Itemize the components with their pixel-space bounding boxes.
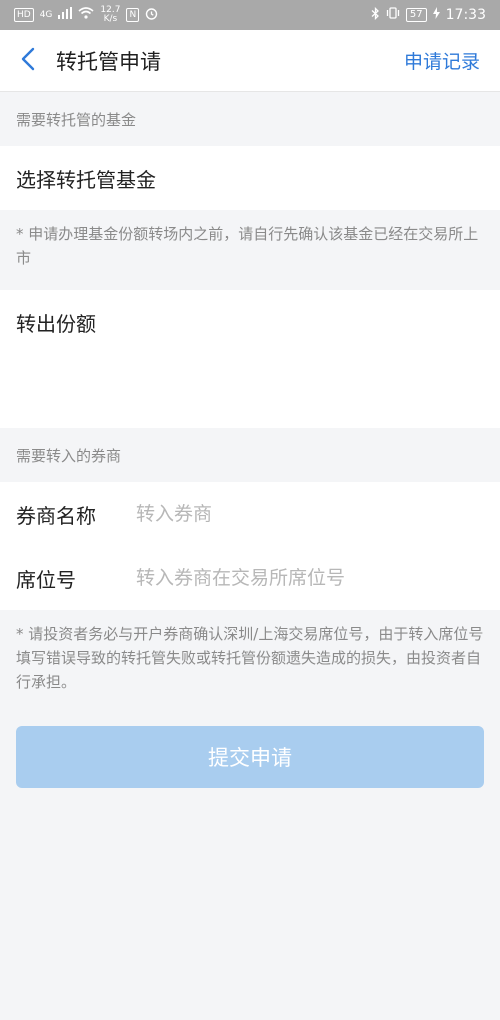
seat-number-warning-note: * 请投资者务必与开户券商确认深圳/上海交易席位号，由于转入席位号填写错误导致的…: [16, 625, 484, 691]
broker-name-row: 券商名称: [0, 482, 500, 546]
network-speed-unit: K/s: [103, 14, 118, 24]
seat-number-row: 席位号: [0, 546, 500, 610]
nfc-icon: N: [126, 8, 140, 22]
transfer-amount-field[interactable]: 转出份额: [0, 290, 500, 428]
hd-badge: HD: [14, 8, 34, 22]
alarm-icon: [145, 7, 158, 24]
page-title: 转托管申请: [56, 49, 161, 74]
chevron-left-icon: [21, 47, 35, 75]
network-label: 4G: [39, 9, 53, 20]
charging-icon: [432, 7, 440, 23]
status-bar-right: 57 17:33: [371, 6, 486, 24]
application-records-link[interactable]: 申请记录: [404, 47, 480, 74]
signal-icon: [58, 7, 73, 23]
bluetooth-icon: [371, 6, 380, 24]
battery-indicator: 57: [405, 8, 427, 22]
wifi-icon: [78, 7, 94, 23]
network-speed: 12.7 K/s: [100, 6, 120, 24]
submit-wrapper: 提交申请: [0, 726, 500, 788]
submit-application-button[interactable]: 提交申请: [16, 726, 484, 788]
status-bar: HD 4G 12.7 K/s N 57 17:33: [0, 0, 500, 30]
fund-listing-note: * 申请办理基金份额转场内之前，请自行先确认该基金已经在交易所上市: [16, 225, 479, 267]
broker-form: 券商名称 席位号: [0, 482, 500, 610]
status-bar-left: HD 4G 12.7 K/s N: [14, 6, 158, 24]
broker-name-input[interactable]: [136, 503, 466, 525]
transfer-amount-label: 转出份额: [16, 312, 96, 336]
select-fund-label: 选择转托管基金: [16, 167, 156, 192]
seat-number-label: 席位号: [16, 567, 76, 592]
broker-name-label: 券商名称: [16, 503, 96, 528]
select-fund-row[interactable]: 选择转托管基金: [0, 146, 500, 210]
seat-number-input[interactable]: [136, 567, 466, 589]
status-time: 17:33: [445, 7, 486, 23]
fund-section-header: 需要转托管的基金: [16, 110, 137, 129]
vibrate-icon: [386, 7, 400, 23]
navigation-bar: 转托管申请 申请记录: [0, 30, 500, 92]
back-button[interactable]: [0, 30, 56, 92]
broker-section-header: 需要转入的券商: [16, 446, 122, 465]
